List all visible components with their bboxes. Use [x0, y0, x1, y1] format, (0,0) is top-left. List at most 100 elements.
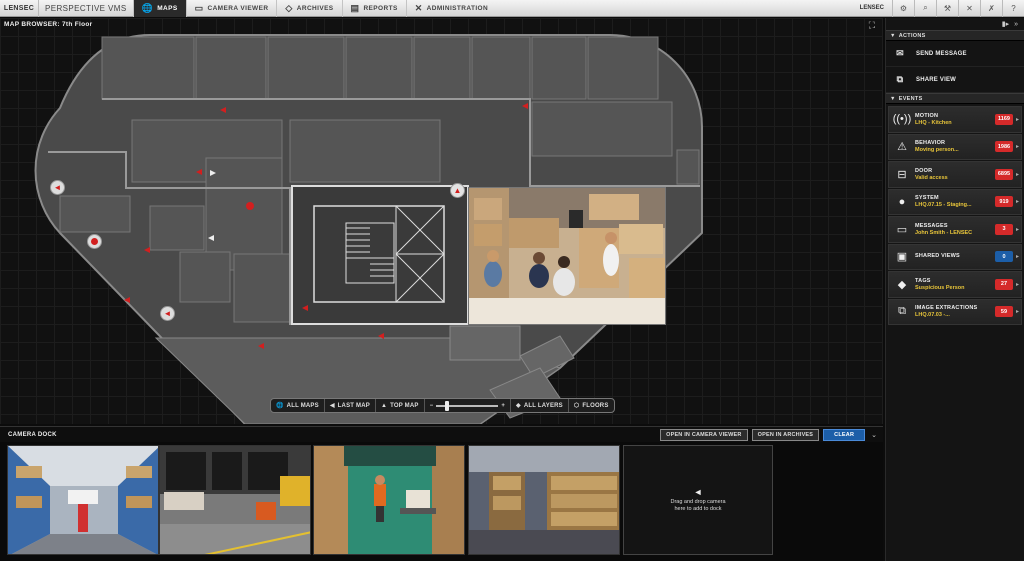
chevron-right-icon: ▸ — [1015, 254, 1019, 261]
drop-zone-text: Drag and drop camera here to add to dock — [670, 498, 726, 512]
camera-thumbnail[interactable] — [159, 445, 311, 555]
map-toolbar: 🌐 ALL MAPS ◀ LAST MAP ▲ TOP MAP − + ◆ AL… — [270, 398, 615, 413]
floor-plan — [34, 34, 703, 424]
tab-administration-label: ADMINISTRATION — [426, 4, 489, 12]
tab-camera-viewer-label: CAMERA VIEWER — [207, 4, 269, 12]
zoom-slider[interactable]: − + — [425, 399, 512, 412]
event-count-badge: 0 — [994, 251, 1013, 263]
event-messages[interactable]: ▭ MESSAGES John Smith - LENSEC 3 ▸ — [888, 216, 1022, 243]
tools-icon[interactable]: ⚒ — [936, 0, 958, 17]
event-subtitle: Suspicious Person — [915, 284, 965, 291]
collapse-icon[interactable]: ⌄ — [869, 431, 879, 439]
active-camera-pin[interactable]: ▲ — [450, 183, 465, 198]
all-maps-button[interactable]: 🌐 ALL MAPS — [271, 399, 325, 412]
image-extraction-icon: ⧉ — [898, 305, 906, 318]
monitor-icon: ▭ — [194, 2, 204, 13]
chevron-right-icon: ▸ — [1015, 309, 1019, 316]
tag-icon: ◆ — [897, 278, 907, 291]
tab-administration[interactable]: ✕ ADMINISTRATION — [405, 0, 496, 17]
expand-panel-icon[interactable]: » — [1014, 21, 1018, 28]
map-browser[interactable]: MAP BROWSER: 7th Floor ⛶ ◄ ◄ ▲ 🌐 ALL MAP… — [0, 18, 883, 424]
event-count-badge: 1169 — [994, 113, 1013, 125]
actions-header-label: ACTIONS — [898, 32, 926, 39]
event-name: BEHAVIOR — [915, 140, 946, 147]
tab-camera-viewer[interactable]: ▭ CAMERA VIEWER — [185, 0, 277, 17]
event-tags[interactable]: ◆ TAGS Suspicious Person 27 ▸ — [888, 271, 1022, 298]
event-count-badge: 1986 — [994, 141, 1013, 153]
event-name: MESSAGES — [915, 222, 948, 229]
event-system[interactable]: ● SYSTEM LHQ.07.15 - Staging... 919 ▸ — [888, 188, 1022, 215]
event-door[interactable]: ⊟ DOOR Valid access 6895 ▸ — [888, 161, 1022, 188]
event-name: MOTION — [915, 112, 939, 119]
globe-icon: 🌐 — [276, 403, 284, 409]
chevron-down-icon: ▼ — [890, 95, 896, 102]
top-map-button[interactable]: ▲ TOP MAP — [376, 399, 425, 412]
last-map-button[interactable]: ◀ LAST MAP — [325, 399, 376, 412]
motion-icon: ((•)) — [892, 113, 912, 126]
event-subtitle: LHQ.07.15 - Staging... — [915, 202, 972, 209]
lensec-logo: LENSEC — [3, 4, 35, 12]
close-icon[interactable]: ✕ — [958, 0, 980, 17]
all-layers-label: ALL LAYERS — [523, 402, 563, 409]
camera-pin-icon: ◄ — [163, 309, 172, 318]
open-in-camera-viewer-button[interactable]: OPEN IN CAMERA VIEWER — [660, 428, 748, 441]
message-icon: ▭ — [896, 223, 908, 236]
event-subtitle: Moving person... — [915, 147, 959, 154]
camera-thumbnail[interactable] — [7, 445, 159, 555]
top-map-label: TOP MAP — [390, 402, 419, 409]
open-in-archives-button[interactable]: OPEN IN ARCHIVES — [751, 428, 820, 441]
tools-icon: ✕ — [414, 2, 423, 13]
reports-icon: ▤ — [350, 2, 360, 13]
camera-dock-title: CAMERA DOCK — [8, 431, 57, 438]
zoom-out-icon[interactable]: − — [430, 403, 434, 409]
event-shared-views[interactable]: ▣ SHARED VIEWS 0 ▸ — [888, 243, 1022, 270]
warehouse-shelves-image — [469, 446, 619, 554]
camera-pin[interactable]: ◄ — [160, 306, 175, 321]
floors-icon: ⬡ — [573, 403, 580, 409]
globe-icon: 🌐 — [141, 2, 154, 13]
event-motion[interactable]: ((•)) MOTION LHQ - Kitchen 1169 ▸ — [888, 106, 1022, 133]
help-icon[interactable]: ? — [1002, 0, 1024, 17]
door-icon: ⊟ — [897, 168, 907, 181]
camera-thumbnail[interactable] — [468, 445, 620, 555]
drop-camera-icon: ◄ — [693, 486, 703, 497]
event-behavior[interactable]: ⚠ BEHAVIOR Moving person... 1986 ▸ — [888, 133, 1022, 160]
floors-button[interactable]: ⬡ FLOORS — [569, 399, 614, 412]
alarm-pin[interactable] — [87, 234, 102, 249]
panel-controls: ▮▸ » — [886, 18, 1024, 30]
tab-reports[interactable]: ▤ REPORTS — [341, 0, 406, 17]
event-name: SHARED VIEWS — [915, 253, 960, 260]
user-name: LENSEC — [859, 5, 884, 11]
event-count-badge: 6895 — [994, 168, 1013, 180]
all-layers-button[interactable]: ◆ ALL LAYERS — [511, 399, 569, 412]
alert-icon: ● — [898, 195, 906, 208]
send-message-button[interactable]: ✉ SEND MESSAGE — [886, 41, 1024, 67]
actions-header[interactable]: ▼ ACTIONS — [886, 30, 1024, 41]
zoom-knob[interactable] — [445, 400, 450, 411]
event-image-extractions[interactable]: ⧉ IMAGE EXTRACTIONS LHQ.07.03 -... 59 ▸ — [888, 298, 1022, 325]
chevron-right-icon: ▸ — [1015, 144, 1019, 151]
top-right-controls: LENSEC ⚙ ⌕ ⚒ ✕ ✗ ? — [852, 0, 1024, 17]
camera-pin[interactable]: ◄ — [50, 180, 65, 195]
chevron-right-icon: ▸ — [1015, 116, 1019, 123]
logout-icon[interactable]: ✗ — [980, 0, 1002, 17]
share-view-icon: ⧉ — [896, 74, 904, 84]
event-count-badge: 919 — [994, 196, 1013, 208]
dock-panel-icon[interactable]: ▮▸ — [1002, 20, 1009, 28]
fullscreen-icon[interactable]: ⛶ — [869, 20, 875, 31]
search-icon[interactable]: ⌕ — [914, 0, 936, 17]
tab-maps-label: MAPS — [157, 4, 178, 12]
camera-thumbnail[interactable] — [313, 445, 465, 555]
dock-drop-zone[interactable]: ◄ Drag and drop camera here to add to do… — [623, 445, 773, 555]
chevron-right-icon: ▸ — [1015, 281, 1019, 288]
tab-archives[interactable]: ◇ ARCHIVES — [276, 0, 341, 17]
tab-maps[interactable]: 🌐 MAPS — [132, 0, 186, 17]
clear-button[interactable]: CLEAR — [823, 428, 866, 441]
gear-icon[interactable]: ⚙ — [892, 0, 914, 17]
camera-preview-popup[interactable] — [468, 187, 666, 325]
events-header[interactable]: ▼ EVENTS — [886, 93, 1024, 104]
share-view-button[interactable]: ⧉ SHARE VIEW — [886, 67, 1024, 93]
archives-icon: ◇ — [285, 2, 293, 13]
zoom-in-icon[interactable]: + — [501, 403, 505, 409]
zoom-track[interactable] — [436, 400, 499, 411]
